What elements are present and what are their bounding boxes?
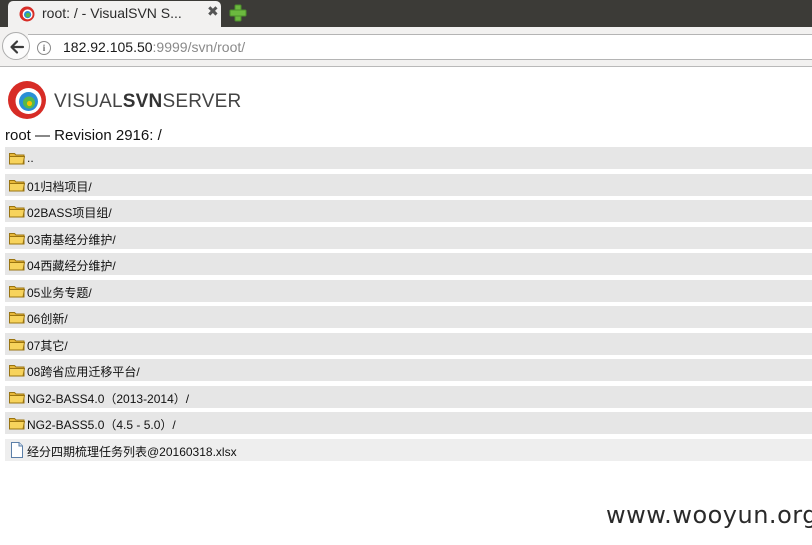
directory-list: .. 01归档项目/02BASS项目组/03南基经分维护/04西藏经分维护/05业… <box>5 147 812 465</box>
folder-icon <box>9 153 25 165</box>
folder-icon <box>9 365 25 377</box>
folder-row[interactable]: 05业务专题/ <box>5 279 812 302</box>
folder-row[interactable]: 04西藏经分维护/ <box>5 253 812 275</box>
entry-link[interactable]: 03南基经分维护/ <box>27 231 116 248</box>
tab-close-icon[interactable]: ✖ <box>207 4 219 20</box>
tab-title: root: / - VisualSVN S... <box>42 5 182 21</box>
page-content: VISUALSVNSERVER root — Revision 2916: / … <box>0 68 812 545</box>
folder-icon <box>9 391 25 403</box>
folder-row[interactable]: .. <box>5 147 812 169</box>
visualsvn-favicon-icon <box>19 6 35 22</box>
logo-text-visual: VISUAL <box>54 91 123 112</box>
entry-link[interactable]: .. <box>27 151 34 165</box>
file-row[interactable]: 经分四期梳理任务列表@20160318.xlsx <box>5 438 812 461</box>
entry-link[interactable]: 05业务专题/ <box>27 284 92 301</box>
site-info-icon[interactable]: i <box>37 41 51 55</box>
folder-row[interactable]: NG2-BASS4.0（2013-2014）/ <box>5 385 812 408</box>
url-host: 182.92.105.50 <box>63 39 153 55</box>
folder-row[interactable]: 03南基经分维护/ <box>5 226 812 249</box>
folder-icon <box>9 312 25 324</box>
folder-icon <box>9 338 25 350</box>
browser-toolbar: i 182.92.105.50:9999/svn/root/ <box>0 27 812 67</box>
entry-link[interactable]: NG2-BASS4.0（2013-2014）/ <box>27 390 189 407</box>
folder-row[interactable]: 02BASS项目组/ <box>5 200 812 222</box>
folder-icon <box>9 232 25 244</box>
back-button[interactable] <box>2 32 30 60</box>
address-bar[interactable]: i 182.92.105.50:9999/svn/root/ <box>28 34 812 60</box>
folder-icon <box>9 179 25 191</box>
logo-wordmark: VISUALSVNSERVER <box>54 91 241 113</box>
entry-link[interactable]: 08跨省应用迁移平台/ <box>27 363 140 380</box>
tab-strip: root: / - VisualSVN S... ✖ <box>0 0 812 27</box>
entry-link[interactable]: 06创新/ <box>27 310 68 327</box>
url-text[interactable]: 182.92.105.50:9999/svn/root/ <box>63 39 245 55</box>
watermark-text: www.wooyun.org <box>606 501 812 529</box>
folder-row[interactable]: 06创新/ <box>5 306 812 328</box>
file-icon <box>11 441 23 458</box>
folder-row[interactable]: 08跨省应用迁移平台/ <box>5 359 812 381</box>
visualsvn-logo-icon <box>8 81 46 119</box>
browser-tab[interactable]: root: / - VisualSVN S... ✖ <box>8 1 221 27</box>
entry-link[interactable]: 01归档项目/ <box>27 178 92 195</box>
url-path: :9999/svn/root/ <box>152 39 246 55</box>
new-tab-plus-icon[interactable] <box>229 4 247 22</box>
entry-link[interactable]: 经分四期梳理任务列表@20160318.xlsx <box>27 443 237 460</box>
folder-row[interactable]: 01归档项目/ <box>5 173 812 196</box>
folder-row[interactable]: 07其它/ <box>5 332 812 355</box>
folder-icon <box>9 418 25 430</box>
entry-link[interactable]: 02BASS项目组/ <box>27 204 112 221</box>
logo-text-server: SERVER <box>162 91 242 112</box>
entry-link[interactable]: 07其它/ <box>27 337 68 354</box>
entry-link[interactable]: 04西藏经分维护/ <box>27 257 116 274</box>
page-title: root — Revision 2916: / <box>5 127 162 144</box>
folder-icon <box>9 259 25 271</box>
folder-icon <box>9 285 25 297</box>
folder-row[interactable]: NG2-BASS5.0（4.5 - 5.0）/ <box>5 412 812 434</box>
folder-icon <box>9 206 25 218</box>
entry-link[interactable]: NG2-BASS5.0（4.5 - 5.0）/ <box>27 416 176 433</box>
logo-text-svn: SVN <box>122 91 163 112</box>
back-arrow-icon <box>10 40 25 54</box>
